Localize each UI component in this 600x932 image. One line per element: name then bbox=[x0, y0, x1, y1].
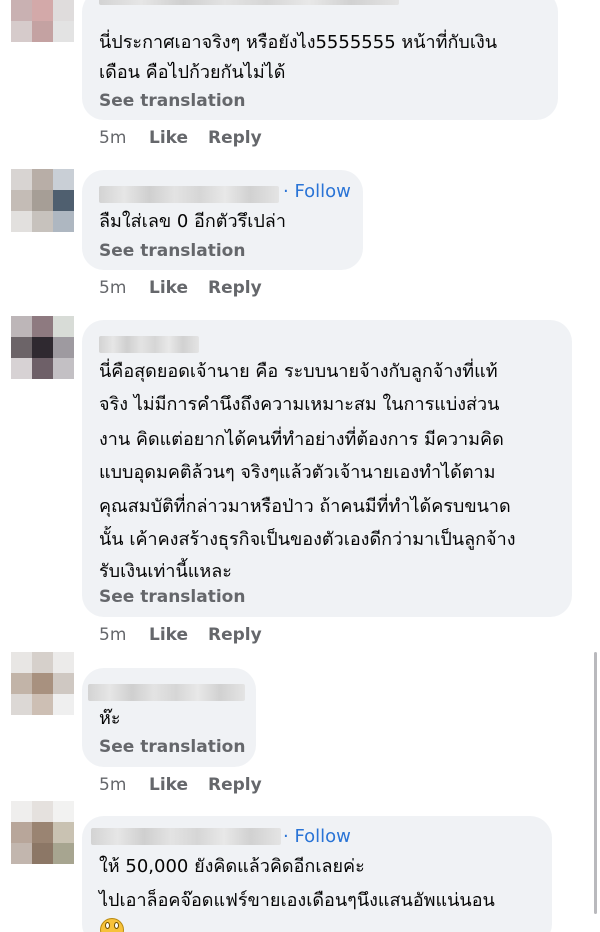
commenter-name[interactable] bbox=[99, 336, 199, 353]
comment-bubble: นี่ประกาศเอาจริงๆ หรือยังไง5555555 หน้าท… bbox=[82, 0, 558, 120]
comment-text: ไปเอาล็อคจ๊อดแฟร์ขายเองเดือนๆนึงแสนอัพแน… bbox=[99, 890, 495, 911]
avatar[interactable] bbox=[11, 169, 74, 232]
reply-button[interactable]: Reply bbox=[208, 278, 262, 298]
comment-text: ห๊ะ bbox=[99, 708, 121, 729]
comment-actions: 5m Like Reply bbox=[99, 128, 262, 148]
like-button[interactable]: Like bbox=[149, 775, 188, 795]
comment-bubble: ห๊ะ See translation bbox=[82, 668, 256, 767]
comment-text: ให้ 50,000 ยังคิดแล้วคิดอีกเลยค่ะ bbox=[99, 856, 365, 877]
see-translation-link[interactable]: See translation bbox=[99, 91, 245, 111]
reply-button[interactable]: Reply bbox=[208, 775, 262, 795]
follow-button[interactable]: · Follow bbox=[283, 181, 351, 202]
avatar[interactable] bbox=[11, 0, 74, 42]
comment-text: นั้น เค้าคงสร้างธุรกิจเป็นของตัวเองดีกว่… bbox=[99, 529, 516, 550]
comment-text: แบบอุดมคติล้วนๆ จริงๆแล้วตัวเจ้านายเองทำ… bbox=[99, 462, 496, 483]
comment-time[interactable]: 5m bbox=[99, 128, 126, 148]
comment-text: คุณสมบัติที่กล่าวมาหรือป่าว ถ้าคนมีที่ทำ… bbox=[99, 496, 511, 517]
commenter-name[interactable] bbox=[99, 186, 279, 203]
comment-text: รับเงินเท่านี้แหละ bbox=[99, 561, 232, 582]
see-translation-link[interactable]: See translation bbox=[99, 587, 245, 607]
follow-button[interactable]: · Follow bbox=[283, 826, 351, 847]
reply-button[interactable]: Reply bbox=[208, 625, 262, 645]
like-button[interactable]: Like bbox=[149, 278, 188, 298]
comment-text: จริง ไม่มีการคำนึงถึงความเหมาะสม ในการแบ… bbox=[99, 394, 500, 415]
comment-time[interactable]: 5m bbox=[99, 278, 126, 298]
comment-text: ลืมใส่เลข 0 อีกตัวรึเปล่า bbox=[99, 211, 286, 232]
comment-bubble: · Follow ลืมใส่เลข 0 อีกตัวรึเปล่า See t… bbox=[82, 170, 363, 270]
avatar[interactable] bbox=[11, 801, 74, 864]
like-button[interactable]: Like bbox=[149, 128, 188, 148]
comment-text: นี่คือสุดยอดเจ้านาย คือ ระบบนายจ้างกับลู… bbox=[99, 361, 498, 382]
comment-actions: 5m Like Reply bbox=[99, 775, 262, 795]
comment-actions: 5m Like Reply bbox=[99, 278, 262, 298]
see-translation-link[interactable]: See translation bbox=[99, 737, 245, 757]
commenter-name[interactable] bbox=[91, 828, 281, 845]
comment-time[interactable]: 5m bbox=[99, 625, 126, 645]
comment-actions: 5m Like Reply bbox=[99, 625, 262, 645]
commenter-name[interactable] bbox=[99, 0, 399, 5]
comment-bubble: นี่คือสุดยอดเจ้านาย คือ ระบบนายจ้างกับลู… bbox=[82, 320, 572, 617]
scrollbar[interactable] bbox=[594, 652, 597, 914]
avatar[interactable] bbox=[11, 652, 74, 715]
see-translation-link[interactable]: See translation bbox=[99, 241, 245, 261]
like-button[interactable]: Like bbox=[149, 625, 188, 645]
comment-time[interactable]: 5m bbox=[99, 775, 126, 795]
comment-bubble: · Follow ให้ 50,000 ยังคิดแล้วคิดอีกเลยค… bbox=[82, 816, 552, 932]
avatar[interactable] bbox=[11, 316, 74, 379]
comment-text: เดือน คือไปก้วยกันไม่ได้ bbox=[99, 62, 286, 83]
comment-text: งาน คิดแต่อยากได้คนที่ทำอย่างที่ต้องการ … bbox=[99, 429, 504, 450]
comment-text: นี่ประกาศเอาจริงๆ หรือยังไง5555555 หน้าท… bbox=[99, 32, 498, 53]
commenter-name[interactable] bbox=[88, 684, 245, 701]
reply-button[interactable]: Reply bbox=[208, 128, 262, 148]
